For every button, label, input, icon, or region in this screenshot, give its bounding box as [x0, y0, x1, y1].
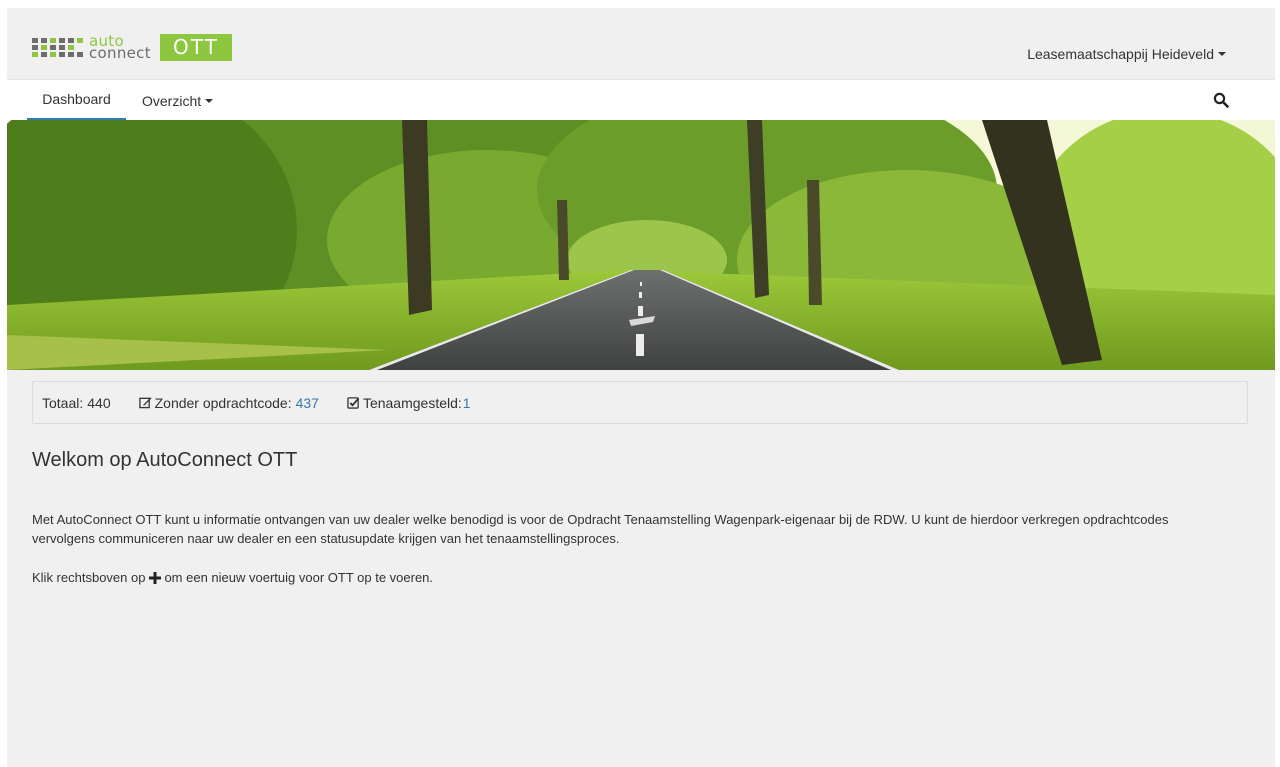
- intro-text: Met AutoConnect OTT kunt u informatie on…: [32, 512, 1169, 546]
- page-title: Welkom op AutoConnect OTT: [32, 449, 298, 471]
- stat-without-code-link[interactable]: 437: [296, 395, 319, 411]
- check-square-icon: [347, 397, 360, 409]
- tab-overzicht-label: Overzicht: [142, 92, 202, 109]
- chevron-down-icon: [1218, 52, 1226, 56]
- stat-total-value: 440: [87, 394, 111, 411]
- header: auto connect OTT Leasemaatschappij Heide…: [7, 8, 1275, 79]
- account-menu[interactable]: Leasemaatschappij Heideveld: [1027, 46, 1226, 62]
- edit-icon: [138, 397, 152, 409]
- plus-icon: [149, 571, 162, 584]
- tab-dashboard[interactable]: Dashboard: [27, 80, 126, 121]
- logo-wordmark: auto connect: [89, 34, 151, 62]
- stat-registered-link[interactable]: 1: [463, 395, 471, 411]
- stat-registered-label: Tenaamgesteld:: [362, 394, 462, 411]
- stat-total: Totaal: 440: [42, 395, 111, 411]
- chevron-down-icon: [205, 98, 214, 103]
- tab-overzicht[interactable]: Overzicht: [142, 80, 214, 121]
- account-name: Leasemaatschappij Heideveld: [1027, 46, 1214, 62]
- hero-banner-image: [7, 120, 1275, 370]
- tab-dashboard-label: Dashboard: [42, 91, 111, 107]
- logo-word-connect: connect: [89, 44, 151, 62]
- stat-without-code[interactable]: Zonder opdrachtcode: 437: [138, 394, 319, 411]
- app-frame: auto connect OTT Leasemaatschappij Heide…: [7, 8, 1275, 767]
- stat-total-label: Totaal:: [42, 394, 84, 411]
- logo-product-badge: OTT: [159, 33, 232, 61]
- stats-bar: Totaal: 440 Zonder opdrachtcode: 437 Ten…: [32, 381, 1248, 424]
- search-icon[interactable]: [1213, 92, 1229, 108]
- main-nav: Dashboard Overzicht: [7, 79, 1275, 121]
- logo-grid-icon: [32, 37, 83, 57]
- add-vehicle-hint: Klik rechtsboven op om een nieuw voertuig…: [32, 568, 433, 587]
- hint-text-before: Klik rechtsboven op: [32, 570, 146, 585]
- autoconnect-ott-logo[interactable]: auto connect OTT: [32, 33, 232, 61]
- stat-registered[interactable]: Tenaamgesteld: 1: [347, 395, 471, 411]
- hint-text-after: om een nieuw voertuig voor OTT op te voe…: [164, 570, 434, 585]
- stat-without-code-label: Zonder opdrachtcode:: [154, 394, 292, 411]
